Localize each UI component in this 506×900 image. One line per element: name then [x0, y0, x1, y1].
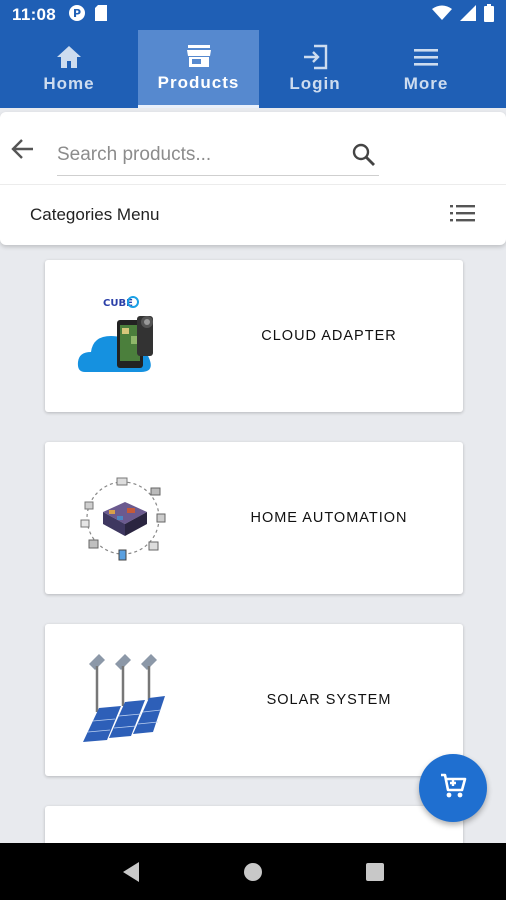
home-circle-icon	[244, 862, 262, 881]
signal-icon	[460, 4, 476, 26]
product-card-cloud-adapter[interactable]: CUBE CLOUD ADAPTER	[45, 260, 463, 412]
system-home-button[interactable]	[233, 852, 273, 892]
top-nav: Home Products Login More	[0, 30, 506, 108]
tab-more-label: More	[403, 74, 449, 93]
recents-square-icon	[366, 862, 384, 881]
product-name: SOLAR SYSTEM	[266, 692, 392, 708]
product-name: HOME AUTOMATION	[250, 510, 408, 526]
search-card: Categories Menu	[0, 112, 506, 245]
back-triangle-icon	[123, 861, 139, 882]
battery-icon	[484, 3, 494, 27]
product-card-solar-system[interactable]: SOLAR SYSTEM	[45, 624, 463, 776]
search-row	[0, 112, 506, 185]
cart-button[interactable]	[419, 754, 487, 822]
sd-card-icon	[94, 4, 108, 27]
tab-products-label: Products	[157, 72, 240, 92]
tab-home[interactable]: Home	[0, 30, 138, 108]
svg-text:P: P	[73, 7, 81, 20]
list-icon[interactable]	[450, 203, 476, 228]
home-automation-image	[75, 470, 175, 566]
status-time: 11:08	[12, 5, 57, 24]
search-field	[57, 134, 379, 176]
tab-more[interactable]: More	[371, 30, 481, 108]
categories-menu[interactable]: Categories Menu	[0, 185, 506, 245]
login-icon	[302, 44, 328, 70]
product-list: CUBE CLOUD ADAPTER HOME AUTOMATION SOLAR…	[45, 260, 463, 806]
store-icon	[186, 43, 212, 69]
tab-login-label: Login	[289, 74, 341, 93]
tab-login[interactable]: Login	[259, 30, 371, 108]
tab-home-label: Home	[43, 74, 95, 93]
pokeball-icon: P	[68, 4, 86, 27]
cloud-adapter-image: CUBE	[75, 288, 175, 384]
system-back-button[interactable]	[111, 852, 151, 892]
product-card-partial[interactable]	[45, 806, 463, 846]
categories-menu-label: Categories Menu	[30, 205, 160, 224]
cart-icon	[439, 772, 467, 805]
wifi-icon	[432, 5, 452, 26]
system-nav-bar	[0, 843, 506, 900]
back-arrow-icon[interactable]	[10, 136, 36, 162]
tab-products[interactable]: Products	[138, 30, 259, 108]
menu-icon	[413, 44, 439, 70]
product-name: CLOUD ADAPTER	[261, 328, 397, 344]
search-icon[interactable]	[351, 142, 377, 173]
search-input[interactable]	[57, 143, 337, 166]
system-recents-button[interactable]	[355, 852, 395, 892]
status-bar: 11:08 P	[0, 0, 506, 30]
solar-system-image	[75, 652, 175, 748]
home-icon	[56, 44, 82, 70]
product-card-home-automation[interactable]: HOME AUTOMATION	[45, 442, 463, 594]
